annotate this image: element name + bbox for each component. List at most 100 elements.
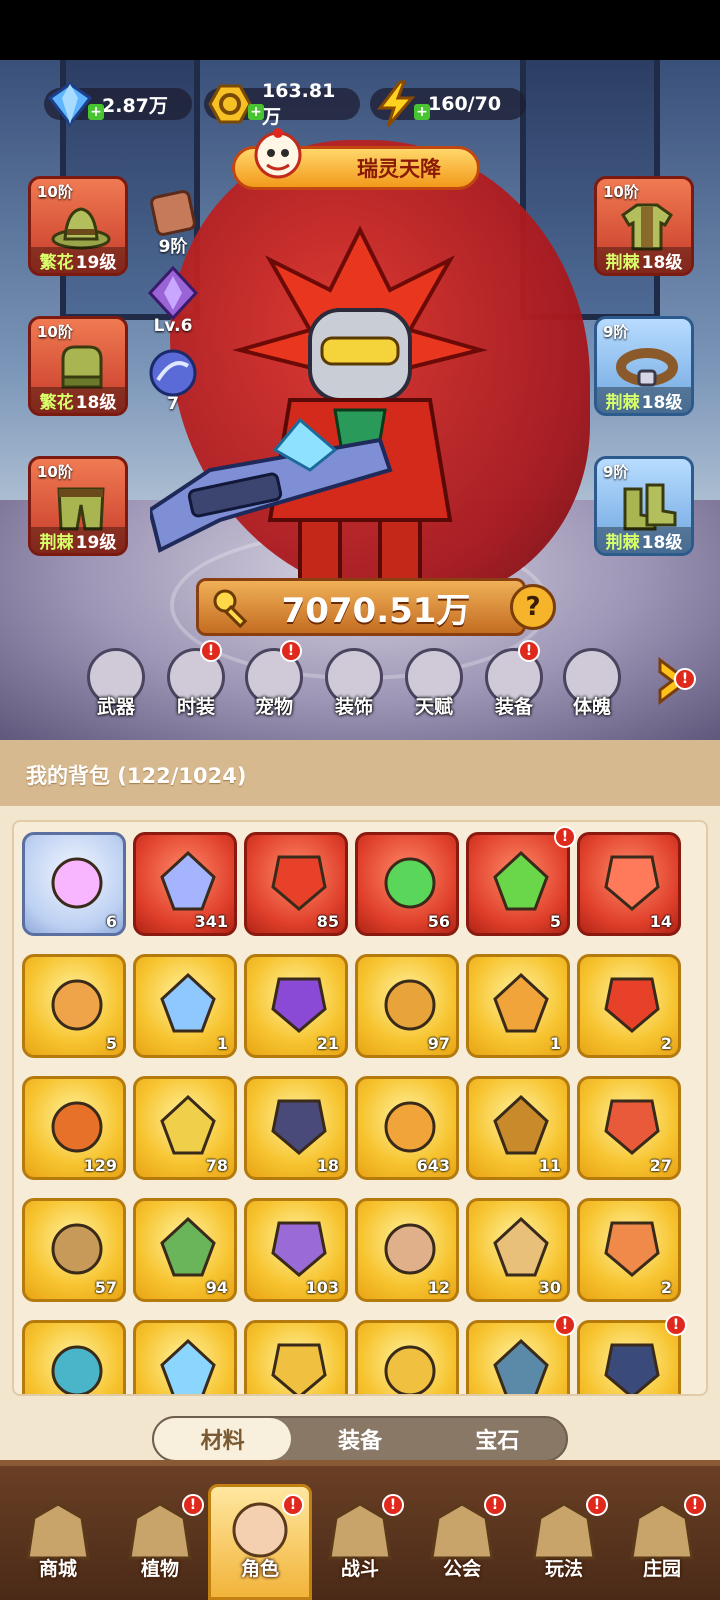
power-key-icon: [213, 589, 248, 629]
inventory-item[interactable]: 1: [466, 954, 570, 1058]
inventory-tabs: 材料 装备 宝石: [152, 1416, 568, 1462]
nav-label: 商城: [38, 1558, 77, 1580]
event-banner-label: 瑞灵天降: [357, 157, 441, 181]
diamond-counter[interactable]: + 2.87万: [44, 82, 192, 127]
inventory-item[interactable]: 94: [133, 1198, 237, 1302]
inventory-item[interactable]: 85: [244, 832, 348, 936]
inventory-item[interactable]: [466, 1320, 570, 1394]
rank-scroll-icon[interactable]: [148, 188, 198, 238]
inventory-item[interactable]: 27: [577, 1076, 681, 1180]
item-count: 129: [83, 1156, 117, 1175]
item-icon: [604, 1343, 660, 1394]
item-icon: [160, 850, 216, 911]
item-icon: [271, 1343, 327, 1394]
inventory-item[interactable]: [577, 1320, 681, 1394]
inventory-item[interactable]: 5: [22, 954, 126, 1058]
equip-slot-armor[interactable]: 10阶 荆棘 18级: [594, 176, 694, 276]
nav-label: 庄园: [642, 1558, 681, 1580]
inventory-item[interactable]: 30: [466, 1198, 570, 1302]
inventory-item[interactable]: 18: [244, 1076, 348, 1180]
alert-badge: !: [280, 640, 302, 662]
inventory-item[interactable]: 643: [355, 1076, 459, 1180]
item-icon: [51, 1345, 103, 1394]
help-button[interactable]: ?: [510, 584, 556, 630]
item-icon: [384, 1345, 436, 1394]
inventory-item[interactable]: [355, 1320, 459, 1394]
inventory-item[interactable]: 78: [133, 1076, 237, 1180]
combat-power-value: 7070.51万: [281, 590, 471, 631]
alert-badge: !: [554, 826, 576, 848]
energy-value: 160/70: [428, 93, 502, 115]
item-count: 94: [205, 1278, 228, 1297]
inventory-item[interactable]: 341: [133, 832, 237, 936]
add-gold-icon[interactable]: +: [248, 104, 264, 120]
item-count: 18: [316, 1156, 339, 1175]
alert-badge: !: [518, 640, 540, 662]
nav-label: 公会: [442, 1558, 481, 1580]
item-count: 14: [649, 912, 672, 931]
feature-decoration[interactable]: 装饰: [322, 648, 386, 719]
item-count: 6: [105, 912, 117, 931]
orb-icon[interactable]: [146, 346, 200, 400]
equip-slot-pants[interactable]: 10阶 荆棘 19级: [28, 456, 128, 556]
nav-label: 战斗: [340, 1558, 379, 1580]
inventory-item[interactable]: 103: [244, 1198, 348, 1302]
item-icon: [160, 1216, 216, 1277]
inventory-item[interactable]: [133, 1320, 237, 1394]
inventory-item[interactable]: 97: [355, 954, 459, 1058]
item-count: 12: [427, 1278, 450, 1297]
inventory-item[interactable]: 2: [577, 1198, 681, 1302]
nav-item[interactable]: 商城: [10, 1488, 106, 1596]
item-count: 97: [427, 1034, 450, 1053]
item-icon: [493, 1216, 549, 1277]
inventory-item[interactable]: 12: [355, 1198, 459, 1302]
item-count: 1: [216, 1034, 228, 1053]
hero-character[interactable]: [150, 220, 570, 620]
feature-weapon[interactable]: 武器: [84, 648, 148, 719]
alert-badge: !: [200, 640, 222, 662]
inventory-item[interactable]: 14: [577, 832, 681, 936]
event-banner[interactable]: 瑞灵天降: [232, 128, 480, 190]
inventory-item[interactable]: [22, 1320, 126, 1394]
gold-counter[interactable]: + 163.81万: [204, 80, 360, 128]
add-energy-icon[interactable]: +: [414, 104, 430, 120]
inventory-item[interactable]: 5: [466, 832, 570, 936]
inventory-panel: 我的背包 (122/1024) 6 341 85 56 5! 14 5 1 21 97 1 2 129 7…: [0, 740, 720, 1460]
equip-slot-belt[interactable]: 9阶 荆棘 18级: [594, 316, 694, 416]
crystal-icon[interactable]: [146, 266, 200, 320]
inventory-item[interactable]: 2: [577, 954, 681, 1058]
item-count: 103: [305, 1278, 339, 1297]
feature-physique[interactable]: 体魄: [560, 648, 624, 719]
inventory-item[interactable]: 11: [466, 1076, 570, 1180]
equip-slot-hat[interactable]: 10阶 繁花 19级: [28, 176, 128, 276]
tab-materials[interactable]: 材料: [154, 1418, 292, 1460]
inventory-item[interactable]: 1: [133, 954, 237, 1058]
alert-badge: !: [554, 1314, 576, 1336]
inventory-item[interactable]: 6: [22, 832, 126, 936]
inventory-item[interactable]: 21: [244, 954, 348, 1058]
item-count: 57: [94, 1278, 117, 1297]
energy-counter[interactable]: + 160/70: [370, 80, 526, 127]
item-icon: [384, 1223, 436, 1275]
item-icon: [160, 1338, 216, 1394]
item-count: 85: [316, 912, 339, 931]
add-diamond-icon[interactable]: +: [88, 104, 104, 120]
inventory-item[interactable]: 57: [22, 1198, 126, 1302]
equip-slot-gloves[interactable]: 10阶 繁花 18级: [28, 316, 128, 416]
item-icon: [271, 855, 327, 911]
feature-talent[interactable]: 天赋: [402, 648, 466, 719]
feature-label: 体魄: [572, 696, 611, 718]
alert-badge: !: [484, 1494, 506, 1516]
tab-gems[interactable]: 宝石: [429, 1418, 566, 1460]
inventory-item[interactable]: [244, 1320, 348, 1394]
item-icon: [604, 1099, 660, 1155]
slot-level: 繁花 18级: [31, 387, 125, 413]
inventory-item[interactable]: 56: [355, 832, 459, 936]
alert-badge: !: [182, 1494, 204, 1516]
inventory-item[interactable]: 129: [22, 1076, 126, 1180]
feature-label: 装备: [494, 696, 533, 718]
tab-equipment[interactable]: 装备: [291, 1418, 428, 1460]
equip-slot-boots[interactable]: 9阶 荆棘 18级: [594, 456, 694, 556]
item-count: 2: [660, 1034, 672, 1053]
item-count: 11: [538, 1156, 561, 1175]
